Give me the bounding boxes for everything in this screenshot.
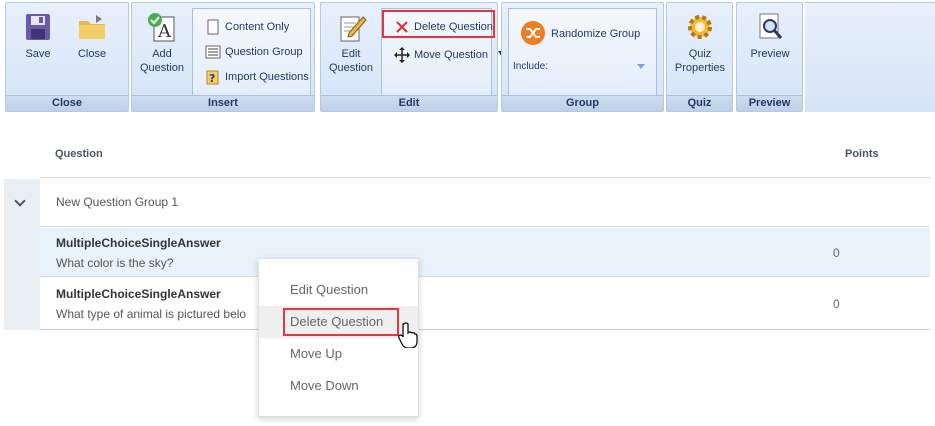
context-edit-question[interactable]: Edit Question [259,274,418,306]
delete-question-highlight [382,10,495,38]
insert-options-panel: Content Only Question Group ? Import Que… [192,8,311,96]
group-name: New Question Group 1 [56,195,179,209]
shuffle-icon [521,21,545,45]
ribbon-group-label: Group [502,95,663,111]
question-points: 0 [833,246,840,260]
import-icon: ? [205,69,221,85]
ribbon-group-quiz: Quiz Properties Quiz [666,2,733,112]
ribbon-filler [805,2,935,112]
question-type: MultipleChoiceSingleAnswer [56,287,221,301]
save-button[interactable]: Save [12,9,64,81]
add-question-icon: A [146,11,178,43]
chevron-down-icon[interactable] [14,195,26,207]
ribbon-toolbar: Save Close Close A Add Question Content … [0,0,935,113]
question-text: What type of animal is pictured belo [56,307,247,321]
add-question-button[interactable]: A Add Question [136,9,188,81]
context-move-up[interactable]: Move Up [259,338,418,370]
ribbon-group-label: Edit [321,95,497,111]
table-row[interactable]: MultipleChoiceSingleAnswer What type of … [40,278,930,330]
list-icon [205,44,221,60]
group-expander-column [4,179,40,330]
quiz-properties-button[interactable]: Quiz Properties [673,9,727,81]
move-question-button[interactable]: Move Question [392,45,488,65]
ribbon-group-label: Insert [132,95,314,111]
question-type: MultipleChoiceSingleAnswer [56,236,221,250]
question-points: 0 [833,297,840,311]
randomize-panel: Randomize Group Include: [508,8,657,96]
save-icon [22,11,54,43]
ribbon-group-group: Randomize Group Include: Group [501,2,664,112]
question-group-button[interactable]: Question Group [203,42,303,62]
context-move-down[interactable]: Move Down [259,370,418,402]
hand-cursor-icon [398,322,418,349]
question-text: What color is the sky? [56,256,174,270]
gear-icon [684,11,716,43]
question-group-row[interactable]: New Question Group 1 [40,179,930,227]
include-dropdown[interactable]: Include: [513,59,651,75]
ribbon-group-preview: Preview Preview [736,2,803,112]
import-questions-button[interactable]: ? Import Questions [203,67,309,87]
ribbon-group-insert: A Add Question Content Only Question Gro… [131,2,315,112]
points-column-header: Points [845,148,879,160]
table-row[interactable]: MultipleChoiceSingleAnswer What color is… [40,228,930,277]
question-column-header: Question [55,148,103,160]
ribbon-group-label: Quiz [667,95,732,111]
document-icon [205,19,221,35]
move-arrows-icon [394,47,410,63]
chevron-down-icon [637,64,645,69]
preview-button[interactable]: Preview [743,9,797,81]
close-button[interactable]: Close [66,9,118,81]
grid-header: Question Points [40,138,930,178]
edit-question-icon [335,11,367,43]
magnifier-icon [754,11,786,43]
context-delete-highlight [283,308,399,336]
svg-text:?: ? [209,72,215,85]
folder-icon [76,11,108,43]
content-only-button[interactable]: Content Only [203,17,289,37]
ribbon-group-label: Close [6,95,128,111]
ribbon-group-label: Preview [737,95,802,111]
randomize-group-button[interactable]: Randomize Group [521,21,640,47]
edit-question-button[interactable]: Edit Question [325,9,377,81]
context-menu: Edit Question Delete Question Move Up Mo… [258,258,419,417]
ribbon-group-close: Save Close Close [5,2,129,112]
